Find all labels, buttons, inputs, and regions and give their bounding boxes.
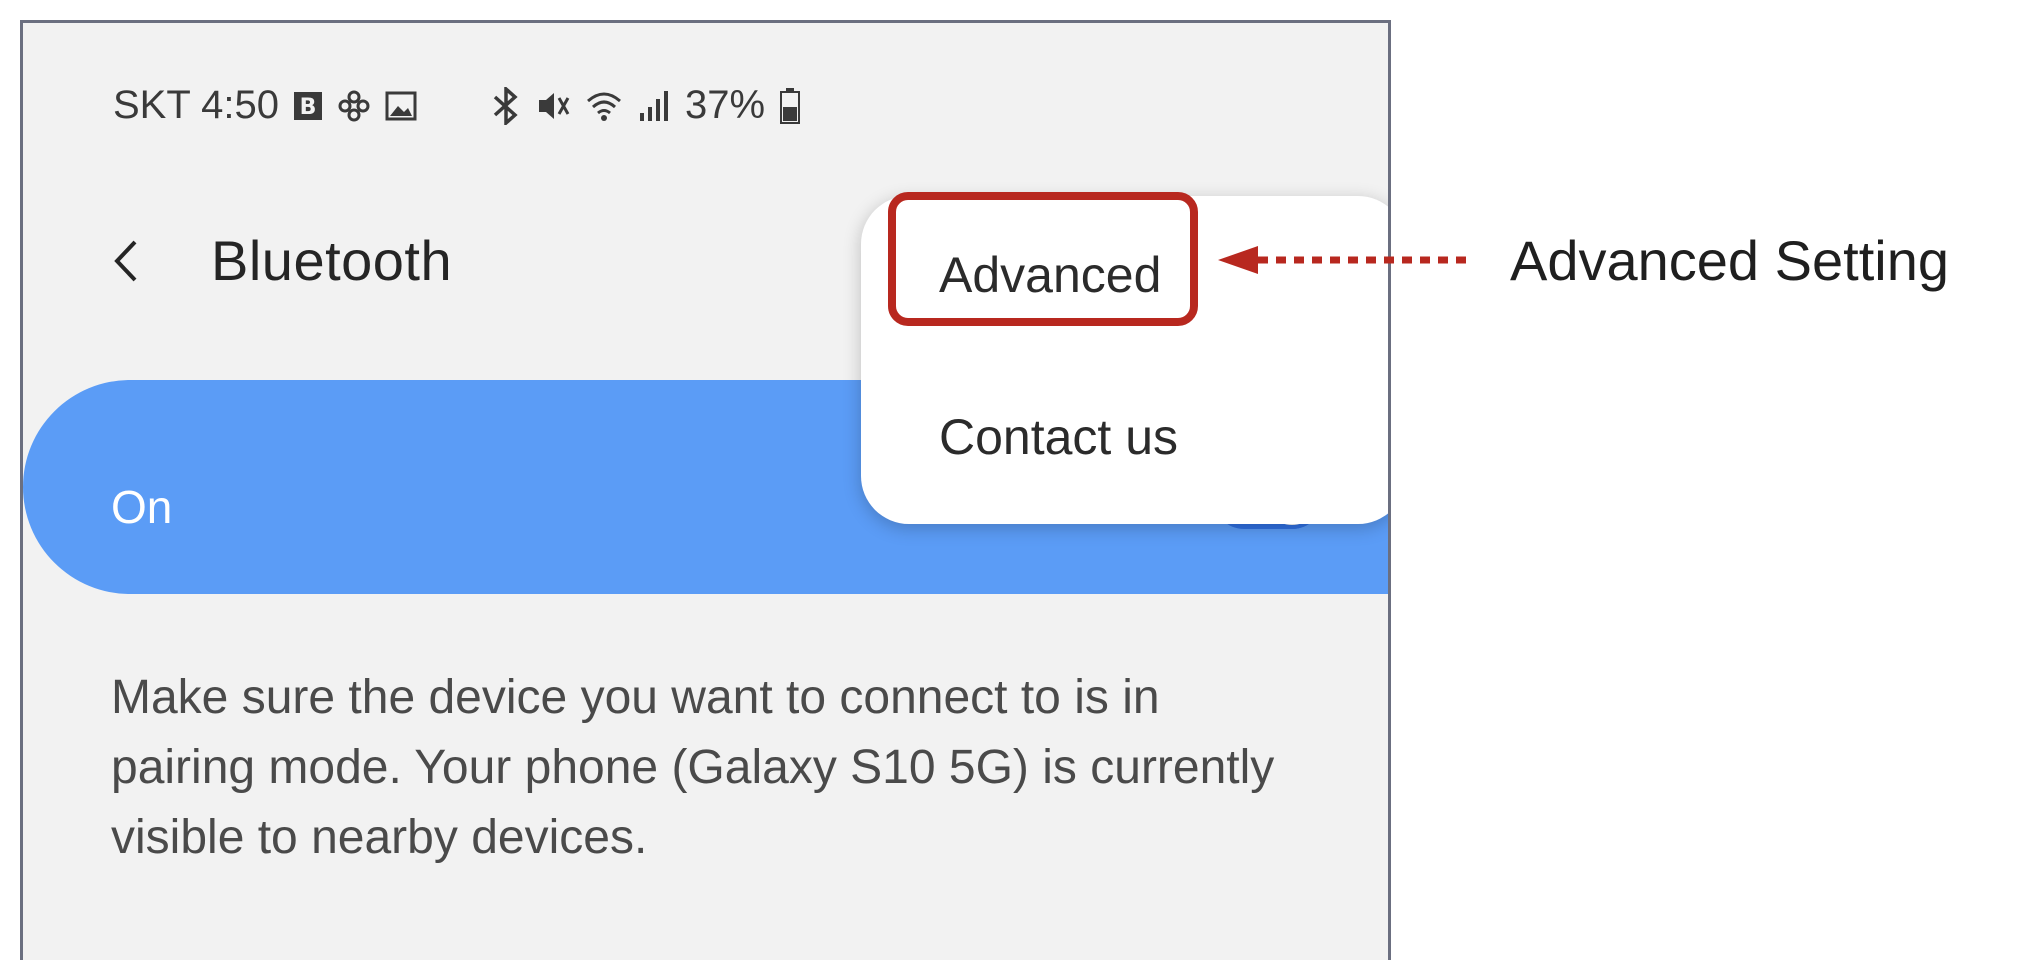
advanced-highlight-box [888, 192, 1198, 326]
annotation-label: Advanced Setting [1510, 229, 1949, 292]
svg-text:B: B [300, 95, 317, 120]
status-bar: SKT 4:50 B 37% [113, 83, 801, 128]
annotation-arrow [1218, 246, 1468, 274]
menu-item-contact-us[interactable]: Contact us [939, 408, 1178, 466]
mute-icon [535, 88, 571, 124]
battery-percent: 37% [685, 83, 766, 127]
carrier-time: SKT 4:50 [113, 83, 280, 127]
header: Bluetooth [111, 228, 452, 293]
b-app-icon: B [293, 91, 323, 121]
gallery-icon [385, 91, 417, 121]
toggle-label: On [111, 481, 173, 533]
bluetooth-icon [491, 86, 521, 125]
chevron-left-icon [114, 240, 137, 281]
battery-icon [779, 87, 801, 125]
signal-icon [637, 89, 671, 123]
page-title: Bluetooth [211, 229, 453, 292]
phone-screen: SKT 4:50 B 37% Bluetooth On Make sure th… [20, 20, 1391, 960]
back-button[interactable] [111, 231, 151, 291]
flower-icon [337, 89, 371, 123]
wifi-icon [585, 89, 623, 123]
pairing-description: Make sure the device you want to connect… [111, 671, 1275, 864]
